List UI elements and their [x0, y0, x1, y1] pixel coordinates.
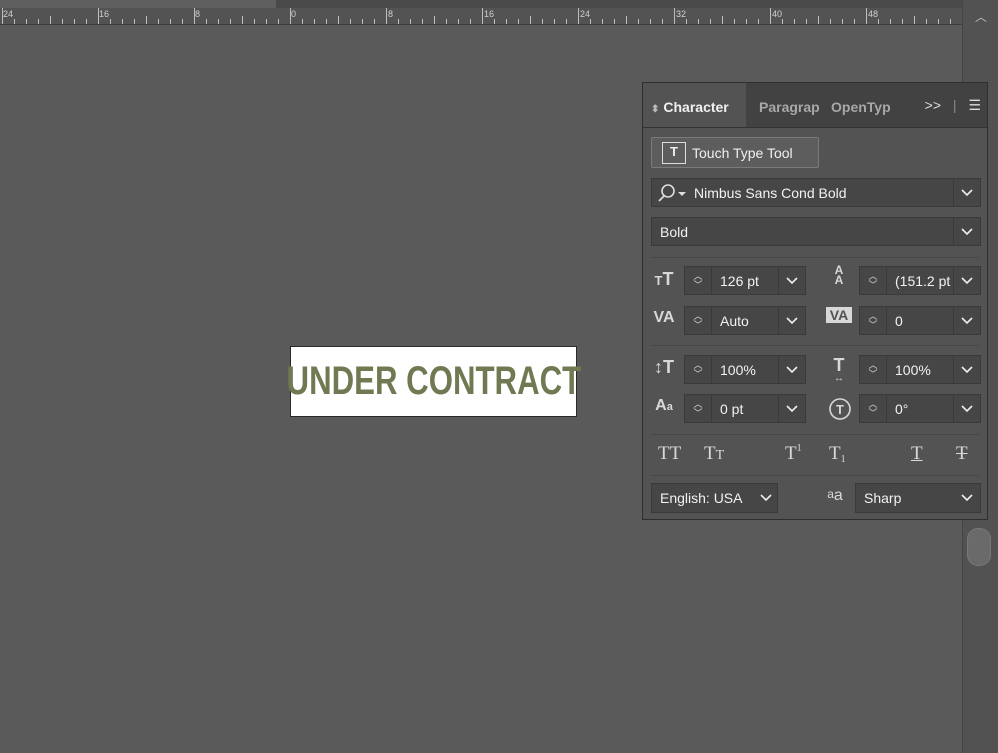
small-caps-icon[interactable]: TT — [704, 443, 724, 465]
language-select[interactable]: English: USA — [651, 483, 778, 513]
ruler-label: 32 — [676, 9, 687, 19]
chevron-down-icon[interactable] — [953, 395, 980, 422]
panel-tab-controls: >> | ☰ — [917, 97, 981, 114]
language-value: English: USA — [660, 490, 743, 506]
stepper-icon[interactable]: ︿ ﹀ — [685, 395, 712, 422]
baseline-shift-field[interactable]: ︿ ﹀ 0 pt — [684, 394, 806, 423]
chevron-down-icon[interactable] — [953, 356, 980, 383]
stepper-icon[interactable]: ︿ ﹀ — [860, 395, 887, 422]
touch-type-icon: T — [662, 141, 686, 164]
tab-paragraph[interactable]: Paragrap — [755, 83, 821, 127]
leading-value[interactable]: (151.2 pt — [887, 273, 953, 289]
strikethrough-icon[interactable]: T — [956, 443, 968, 465]
chevron-down-icon[interactable] — [953, 218, 980, 245]
chevron-down-icon[interactable] — [953, 267, 980, 294]
text-frame[interactable]: UNDER CONTRACT — [286, 346, 581, 417]
chevron-down-icon[interactable] — [778, 395, 805, 422]
ruler-label: 0 — [291, 9, 297, 19]
hamburger-menu-icon[interactable]: ☰ — [968, 97, 981, 114]
ruler-label: 24 — [3, 9, 14, 19]
scrollbar-thumb[interactable] — [967, 528, 991, 566]
baseline-shift-value[interactable]: 0 pt — [712, 401, 778, 417]
divider — [651, 475, 979, 476]
divider — [651, 434, 979, 435]
tracking-value[interactable]: 0 — [887, 313, 953, 329]
sort-arrows-icon: ⬍ — [651, 104, 660, 115]
font-style-select[interactable]: Bold — [651, 217, 981, 246]
panel-tab-bar: ⬍ Character Paragrap OpenTyp >> | ☰ — [643, 83, 987, 128]
chevron-down-icon[interactable] — [755, 494, 777, 502]
kerning-icon: VA — [653, 309, 675, 326]
subscript-icon[interactable]: T1 — [829, 443, 846, 465]
svg-text:T: T — [836, 402, 844, 417]
vertical-scale-value[interactable]: 100% — [712, 362, 778, 378]
tab-label: Character — [663, 99, 729, 115]
rotation-value[interactable]: 0° — [887, 401, 953, 417]
character-panel: ⬍ Character Paragrap OpenTyp >> | ☰ T Tou… — [642, 82, 988, 520]
divider — [651, 257, 979, 258]
chevron-down-icon[interactable] — [953, 307, 980, 334]
chevron-down-icon[interactable] — [954, 494, 980, 502]
tab-opentype[interactable]: OpenTyp — [827, 83, 897, 127]
double-chevron-right-icon[interactable]: >> — [925, 97, 941, 113]
horizontal-scale-icon: T ↔ — [833, 355, 845, 384]
ruler-label: 16 — [99, 9, 110, 19]
kerning-field[interactable]: ︿ ﹀ Auto — [684, 306, 806, 335]
stepper-icon[interactable]: ︿ ﹀ — [685, 356, 712, 383]
horizontal-scale-field[interactable]: ︿ ﹀ 100% — [859, 355, 981, 384]
ruler-top-bar — [0, 0, 962, 8]
character-rotation-icon: T — [829, 398, 851, 420]
button-label: Touch Type Tool — [692, 144, 793, 161]
antialias-icon: aa — [827, 487, 843, 504]
superscript-icon[interactable]: T1 — [785, 443, 802, 465]
divider: | — [952, 97, 957, 113]
stepper-icon[interactable]: ︿ ﹀ — [860, 356, 887, 383]
horizontal-scale-value[interactable]: 100% — [887, 362, 953, 378]
chevron-down-icon[interactable] — [953, 179, 980, 206]
font-size-field[interactable]: ︿ ﹀ 126 pt — [684, 266, 806, 295]
search-icon — [658, 183, 686, 202]
ruler-label: 24 — [580, 9, 591, 19]
vertical-scale-icon: ↕T — [654, 357, 674, 377]
rotation-field[interactable]: ︿ ﹀ 0° — [859, 394, 981, 423]
horizontal-ruler[interactable]: 24 16 8 0 8 16 24 32 40 48 — [0, 0, 962, 25]
ruler-highlight — [0, 0, 276, 8]
chevron-down-icon[interactable] — [778, 267, 805, 294]
tab-character[interactable]: ⬍ Character — [643, 83, 746, 127]
ruler-label: 8 — [388, 9, 394, 19]
font-size-icon: TT — [654, 269, 674, 289]
tracking-field[interactable]: ︿ ﹀ 0 — [859, 306, 981, 335]
baseline-shift-icon: Aa — [655, 397, 673, 414]
antialias-select[interactable]: Sharp — [855, 483, 981, 513]
chevron-down-icon[interactable] — [778, 307, 805, 334]
tracking-icon: VA — [826, 307, 852, 323]
leading-icon: AA — [834, 263, 844, 287]
font-style-value: Bold — [660, 223, 689, 240]
font-family-value: Nimbus Sans Cond Bold — [694, 184, 847, 201]
ruler-label: 40 — [772, 9, 783, 19]
underline-icon[interactable]: T — [911, 443, 923, 465]
touch-type-tool-button[interactable]: T Touch Type Tool — [651, 137, 819, 168]
tab-label: OpenTyp — [831, 99, 891, 115]
leading-field[interactable]: ︿ ﹀ (151.2 pt — [859, 266, 981, 295]
ruler-label: 8 — [195, 9, 201, 19]
ruler-ticks — [2, 8, 951, 24]
stepper-icon[interactable]: ︿ ﹀ — [685, 307, 712, 334]
tab-label: Paragrap — [759, 99, 820, 115]
font-size-value[interactable]: 126 pt — [712, 273, 778, 289]
artboard-text[interactable]: UNDER CONTRACT — [286, 359, 581, 404]
antialias-value: Sharp — [864, 490, 902, 506]
stepper-icon[interactable]: ︿ ﹀ — [860, 307, 887, 334]
ruler-label: 16 — [484, 9, 495, 19]
chevron-down-icon[interactable] — [778, 356, 805, 383]
font-family-select[interactable]: Nimbus Sans Cond Bold — [651, 178, 981, 207]
all-caps-icon[interactable]: TT — [658, 443, 681, 465]
stepper-icon[interactable]: ︿ ﹀ — [685, 267, 712, 294]
vertical-scale-field[interactable]: ︿ ﹀ 100% — [684, 355, 806, 384]
kerning-value[interactable]: Auto — [712, 313, 778, 329]
stepper-icon[interactable]: ︿ ﹀ — [860, 267, 887, 294]
scroll-up-icon[interactable]: ︿ — [971, 10, 991, 24]
ruler-label: 48 — [868, 9, 879, 19]
divider — [651, 345, 979, 346]
